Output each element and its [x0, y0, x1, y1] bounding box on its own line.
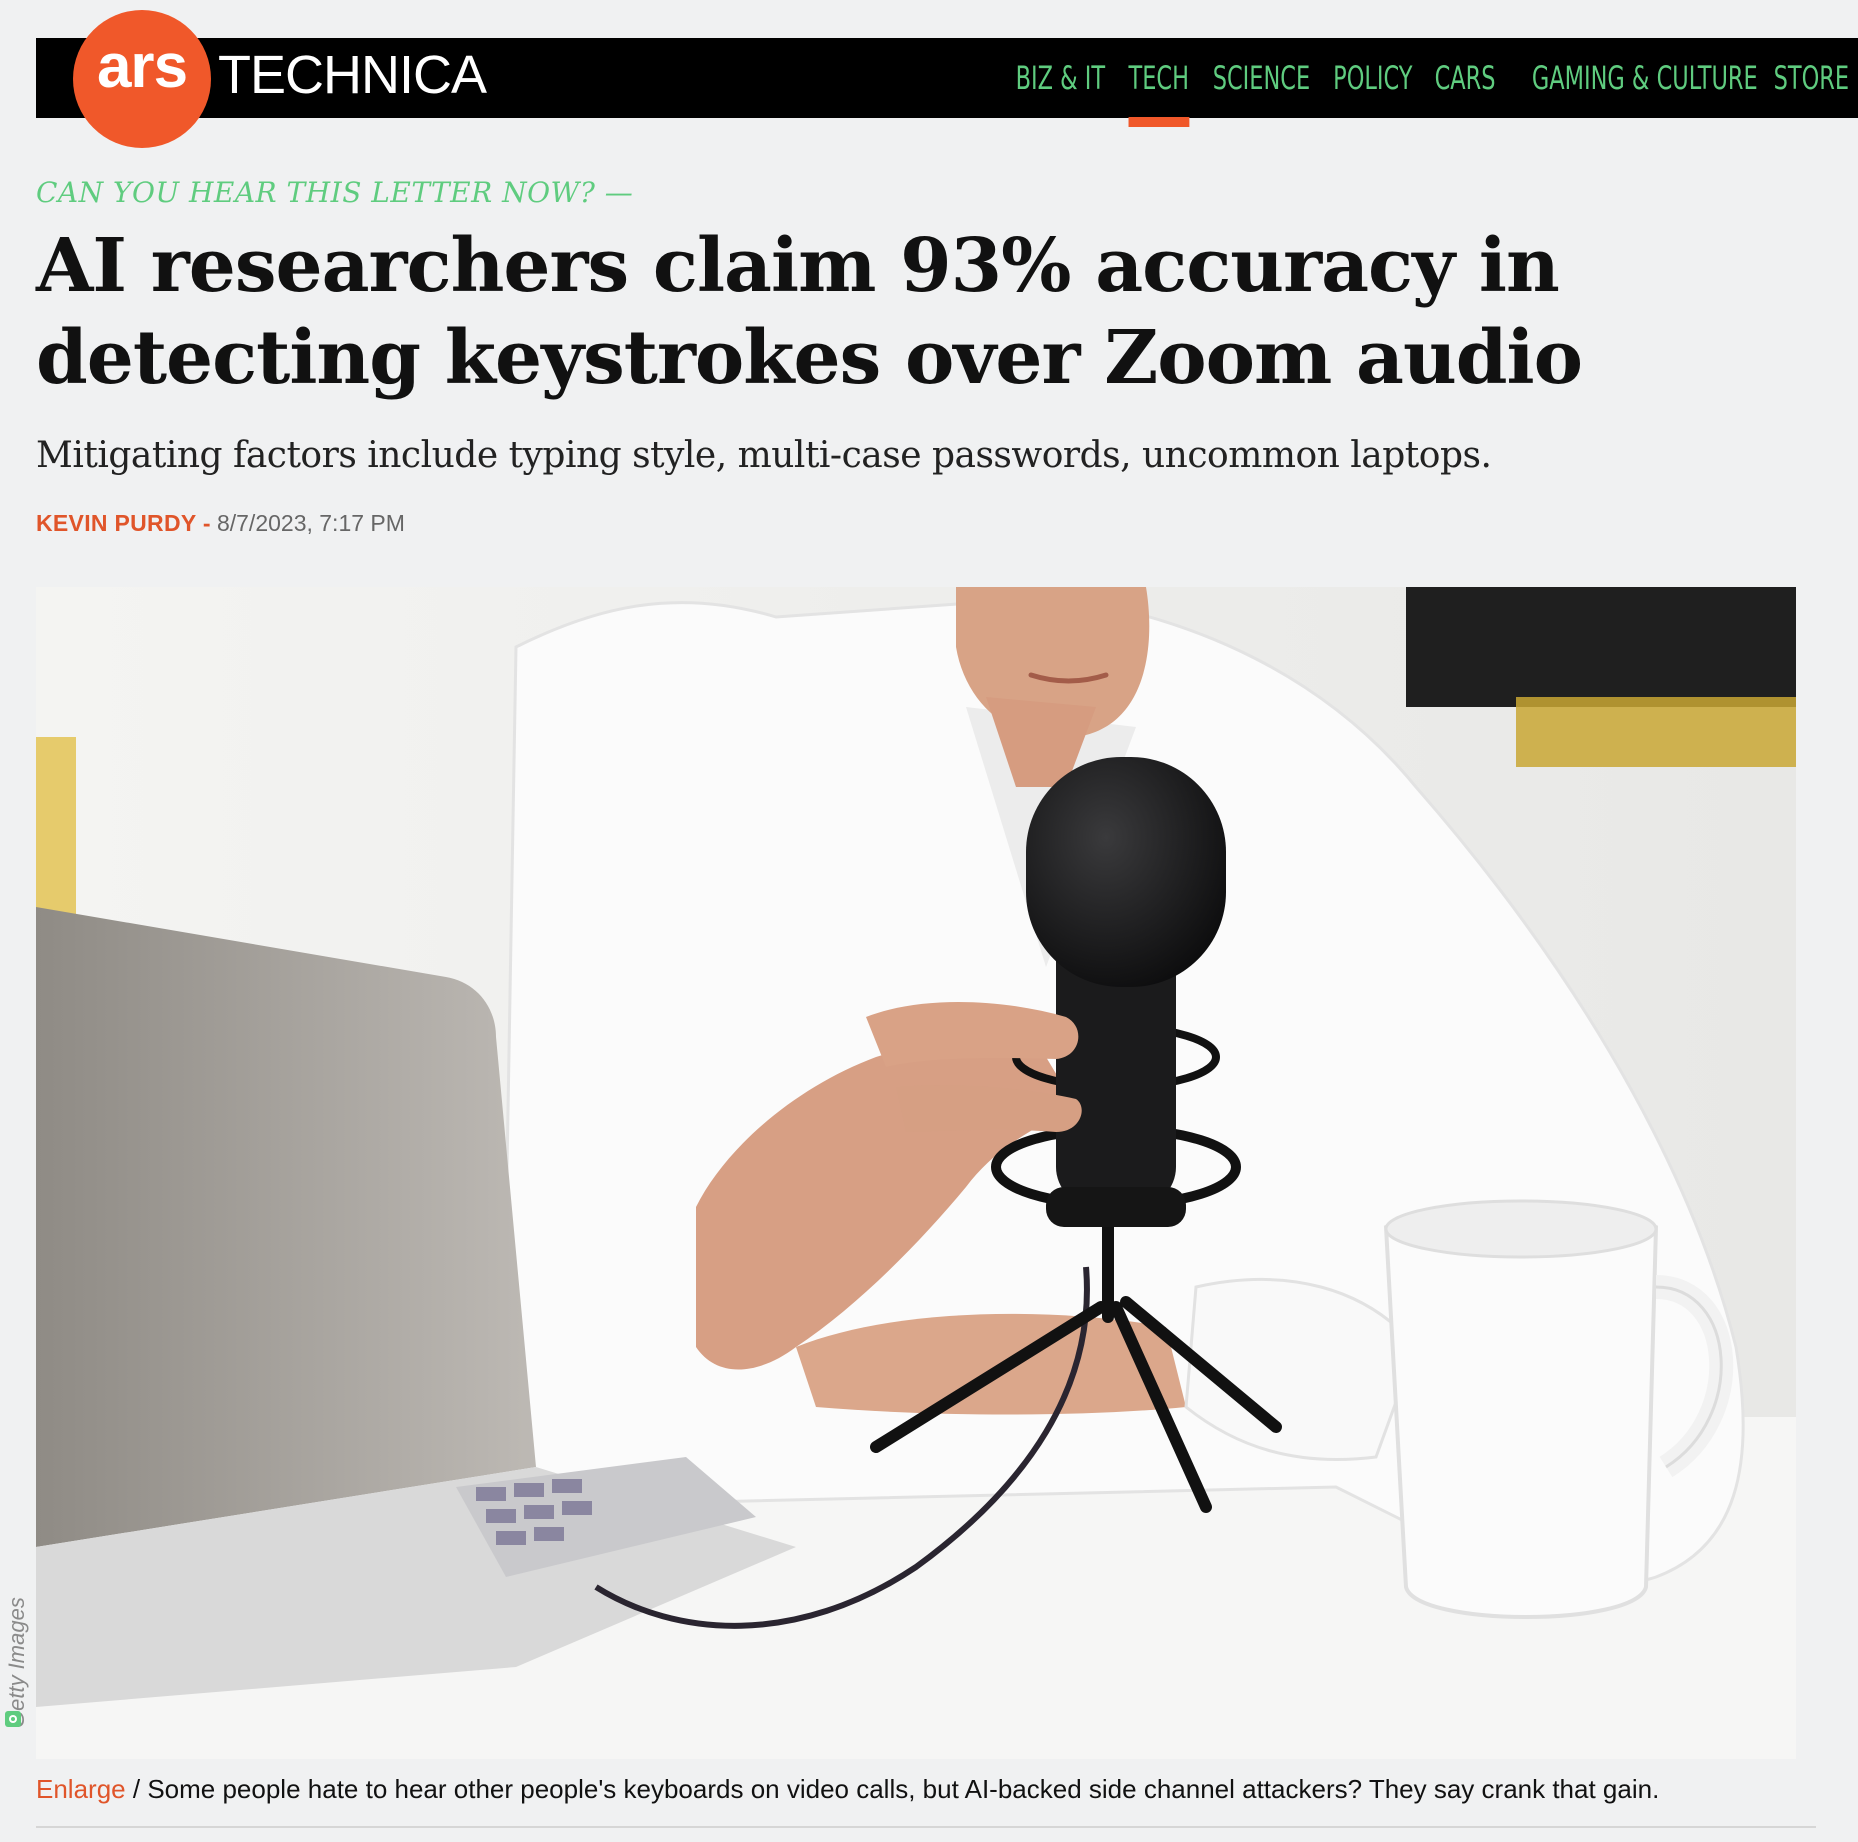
photo-credit-text: Getty Images — [4, 1597, 29, 1728]
nav-item-store[interactable]: STORE — [1771, 59, 1853, 97]
nav-item-biz-it[interactable]: BIZ & IT — [1012, 59, 1108, 97]
nav-item-cars[interactable]: CARS — [1431, 59, 1498, 97]
byline: KEVIN PURDY - 8/7/2023, 7:17 PM — [36, 510, 405, 537]
article-dek: Mitigating factors include typing style,… — [36, 435, 1492, 476]
hero-image[interactable] — [36, 587, 1796, 1759]
publish-date: 8/7/2023, 7:17 PM — [216, 510, 405, 536]
caption-separator: / — [132, 1774, 141, 1804]
article-headline: AI researchers claim 93% accuracy in det… — [36, 223, 1583, 401]
camera-icon — [5, 1711, 21, 1727]
nav-item-gaming-culture[interactable]: GAMING & CULTURE — [1528, 59, 1760, 97]
photo-credit: Getty Images — [2, 1580, 29, 1730]
caption-divider — [36, 1826, 1816, 1828]
nav-item-tech[interactable]: TECH — [1125, 59, 1192, 127]
author-link[interactable]: KEVIN PURDY — [36, 510, 197, 536]
hero-illustration — [36, 587, 1796, 1759]
nav-item-science[interactable]: SCIENCE — [1210, 59, 1314, 97]
enlarge-link[interactable]: Enlarge — [36, 1774, 126, 1804]
image-caption: Enlarge / Some people hate to hear other… — [36, 1774, 1659, 1805]
site-logo[interactable]: ars — [73, 10, 211, 148]
logo-ars-text: ars — [96, 32, 188, 101]
nav-item-policy[interactable]: POLICY — [1330, 59, 1416, 97]
logo-technica-text[interactable]: TECHNICA — [218, 48, 487, 102]
byline-separator: - — [202, 510, 211, 536]
main-nav: BIZ & IT TECH SCIENCE POLICY CARS GAMING… — [999, 38, 1858, 127]
article-kicker: CAN YOU HEAR THIS LETTER NOW? — — [36, 176, 634, 209]
caption-text: Some people hate to hear other people's … — [147, 1774, 1660, 1804]
